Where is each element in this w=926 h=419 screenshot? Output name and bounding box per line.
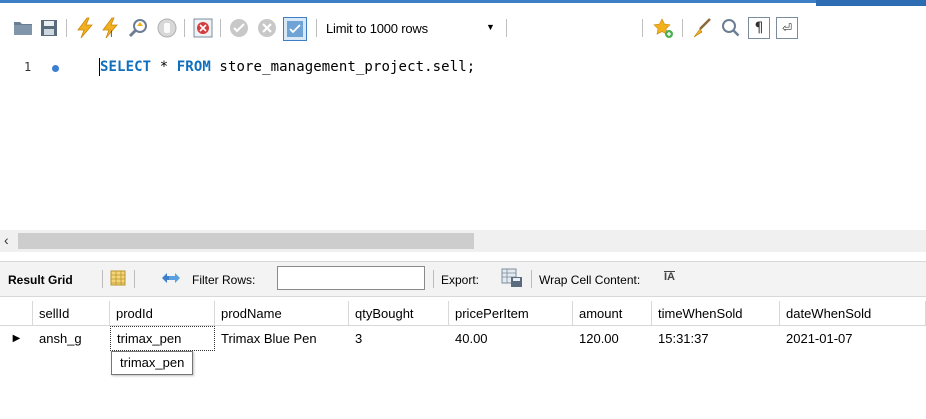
- execute-current-icon[interactable]: I: [100, 17, 122, 39]
- sql-statement[interactable]: SELECT * FROM store_management_project.s…: [100, 59, 475, 75]
- sql-editor[interactable]: 1 SELECT * FROM store_management_project…: [0, 52, 926, 227]
- toolbar-separator: [134, 270, 135, 288]
- toolbar-separator: [220, 19, 221, 37]
- toolbar-separator: [316, 19, 317, 37]
- column-header[interactable]: prodId: [110, 301, 215, 326]
- explain-icon[interactable]: [128, 17, 150, 39]
- bookmark-icon[interactable]: [652, 17, 674, 39]
- table-cell[interactable]: 15:31:37: [652, 326, 780, 351]
- statement-marker-icon: [52, 65, 59, 72]
- table-cell[interactable]: Trimax Blue Pen: [215, 326, 349, 351]
- invisible-chars-icon[interactable]: ¶: [748, 17, 770, 39]
- export-label: Export:: [441, 273, 480, 287]
- toolbar-separator: [102, 270, 103, 288]
- sql-star: *: [151, 59, 177, 75]
- wrap-cell-toggle-icon[interactable]: IA: [664, 271, 675, 283]
- limit-rows-label: Limit to 1000 rows: [326, 21, 428, 36]
- column-header[interactable]: qtyBought: [349, 301, 449, 326]
- window-top-accent: [816, 0, 926, 6]
- cell-tooltip: trimax_pen: [111, 351, 194, 375]
- toolbar-separator: [682, 19, 683, 37]
- open-folder-icon[interactable]: [12, 17, 34, 39]
- scroll-left-icon[interactable]: ‹: [4, 232, 9, 248]
- line-number: 1: [24, 60, 32, 74]
- beautify-icon[interactable]: [692, 17, 714, 39]
- column-header[interactable]: sellId: [33, 301, 110, 326]
- result-grid-tab[interactable]: Result Grid: [8, 273, 73, 287]
- table-row[interactable]: ▶ ansh_g trimax_pen Trimax Blue Pen 3 40…: [0, 326, 926, 351]
- grid-view-icon[interactable]: [110, 270, 126, 289]
- export-icon[interactable]: [501, 268, 523, 291]
- sql-keyword-select: SELECT: [100, 59, 152, 75]
- table-cell-selected[interactable]: trimax_pen: [110, 326, 215, 351]
- find-icon[interactable]: [720, 17, 742, 39]
- table-cell[interactable]: 3: [349, 326, 449, 351]
- toolbar-separator: [66, 19, 67, 37]
- column-header[interactable]: prodName: [215, 301, 349, 326]
- table-cell[interactable]: 120.00: [573, 326, 652, 351]
- column-header[interactable]: dateWhenSold: [780, 301, 926, 326]
- table-cell[interactable]: 2021-01-07: [780, 326, 926, 351]
- commit-icon[interactable]: [228, 17, 250, 39]
- wrap-cell-label: Wrap Cell Content:: [539, 273, 641, 287]
- table-cell[interactable]: ansh_g: [33, 326, 110, 351]
- filter-rows-input[interactable]: [277, 266, 425, 290]
- filter-rows-label: Filter Rows:: [192, 273, 256, 287]
- column-header[interactable]: amount: [573, 301, 652, 326]
- current-row-icon: ▶: [12, 333, 21, 344]
- toolbar-separator: [642, 19, 643, 37]
- chevron-down-icon: ▼: [486, 22, 495, 32]
- sql-editor-toolbar: I Limit to 1000 rows ▼ ¶ ⏎: [0, 10, 926, 44]
- wrap-icon[interactable]: ⏎: [776, 17, 798, 39]
- result-grid-toolbar: Result Grid Filter Rows: Export: Wrap Ce…: [0, 261, 926, 297]
- toolbar-separator: [433, 270, 434, 288]
- toolbar-separator: [531, 270, 532, 288]
- column-header[interactable]: timeWhenSold: [652, 301, 780, 326]
- toolbar-separator: [184, 19, 185, 37]
- stop-icon[interactable]: [156, 17, 178, 39]
- toolbar-separator: [506, 19, 507, 37]
- scrollbar-thumb[interactable]: [18, 233, 474, 249]
- row-gutter-header: [0, 301, 33, 326]
- column-header[interactable]: pricePerItem: [449, 301, 573, 326]
- result-grid: sellId prodId prodName qtyBought pricePe…: [0, 301, 926, 351]
- refresh-icon[interactable]: [160, 270, 182, 289]
- toggle-error-icon[interactable]: [192, 17, 214, 39]
- editor-horizontal-scrollbar[interactable]: ‹: [0, 230, 926, 252]
- sql-table-ref: store_management_project.sell;: [210, 59, 476, 75]
- sql-keyword-from: FROM: [176, 59, 211, 75]
- execute-icon[interactable]: [74, 17, 96, 39]
- limit-rows-dropdown[interactable]: Limit to 1000 rows ▼: [318, 17, 503, 39]
- save-icon[interactable]: [38, 17, 60, 39]
- rollback-icon[interactable]: [256, 17, 278, 39]
- grid-header-row: sellId prodId prodName qtyBought pricePe…: [0, 301, 926, 326]
- autocommit-icon[interactable]: [283, 17, 307, 41]
- svg-text:I: I: [110, 30, 113, 39]
- window-top-border: [0, 0, 926, 3]
- table-cell[interactable]: 40.00: [449, 326, 573, 351]
